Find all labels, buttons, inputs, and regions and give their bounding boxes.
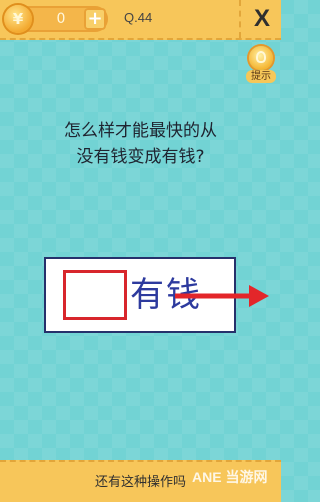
coin-counter: ¥ 0 + — [4, 5, 108, 33]
question-text: 怎么样才能最快的从 没有钱变成有钱? — [30, 118, 251, 170]
close-area: X — [239, 0, 281, 38]
lightbulb-icon — [249, 46, 273, 70]
hint-label: 提示 — [246, 70, 276, 83]
watermark: ANE 当游网 — [192, 469, 268, 485]
hint-button[interactable]: 提示 — [246, 46, 276, 86]
question-line-2: 没有钱变成有钱? — [76, 147, 205, 167]
add-coins-button[interactable]: + — [84, 8, 106, 30]
top-bar: ¥ 0 + Q.44 X — [0, 0, 281, 40]
close-button[interactable]: X — [250, 6, 274, 32]
coin-icon: ¥ — [4, 5, 32, 33]
red-arrow-icon[interactable] — [175, 281, 271, 311]
question-line-1: 怎么样才能最快的从 — [64, 121, 217, 141]
level-number: Q.44 — [124, 10, 153, 25]
empty-answer-box[interactable] — [63, 270, 127, 320]
coin-count: 0 — [56, 11, 66, 27]
